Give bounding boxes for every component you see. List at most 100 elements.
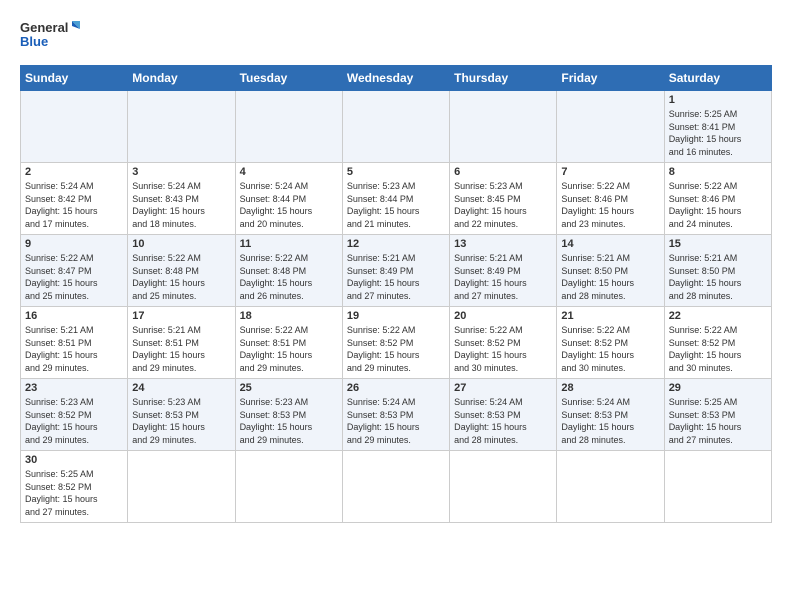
- day-info: Sunrise: 5:24 AM Sunset: 8:53 PM Dayligh…: [347, 396, 445, 446]
- day-number: 14: [561, 238, 659, 250]
- calendar-cell: [450, 451, 557, 523]
- day-info: Sunrise: 5:21 AM Sunset: 8:49 PM Dayligh…: [347, 252, 445, 302]
- day-info: Sunrise: 5:24 AM Sunset: 8:53 PM Dayligh…: [561, 396, 659, 446]
- day-number: 24: [132, 382, 230, 394]
- calendar-cell: 14 Sunrise: 5:21 AM Sunset: 8:50 PM Dayli…: [557, 235, 664, 307]
- calendar-cell: [235, 451, 342, 523]
- day-info: Sunrise: 5:23 AM Sunset: 8:52 PM Dayligh…: [25, 396, 123, 446]
- day-number: 30: [25, 454, 123, 466]
- logo: General Blue: [20, 16, 80, 61]
- day-number: 28: [561, 382, 659, 394]
- calendar-cell: [342, 91, 449, 163]
- day-number: 4: [240, 166, 338, 178]
- day-info: Sunrise: 5:23 AM Sunset: 8:44 PM Dayligh…: [347, 180, 445, 230]
- weekday-header-tuesday: Tuesday: [235, 66, 342, 91]
- calendar-cell: [128, 91, 235, 163]
- day-number: 9: [25, 238, 123, 250]
- calendar-cell: 29 Sunrise: 5:25 AM Sunset: 8:53 PM Dayli…: [664, 379, 771, 451]
- calendar-cell: 11 Sunrise: 5:22 AM Sunset: 8:48 PM Dayli…: [235, 235, 342, 307]
- calendar-cell: 2Sunrise: 5:24 AM Sunset: 8:42 PM Daylig…: [21, 163, 128, 235]
- calendar-table: SundayMondayTuesdayWednesdayThursdayFrid…: [20, 65, 772, 523]
- day-number: 20: [454, 310, 552, 322]
- calendar-cell: 1 Sunrise: 5:25 AM Sunset: 8:41 PM Daylig…: [664, 91, 771, 163]
- day-info: Sunrise: 5:22 AM Sunset: 8:48 PM Dayligh…: [240, 252, 338, 302]
- calendar-cell: 18 Sunrise: 5:22 AM Sunset: 8:51 PM Dayli…: [235, 307, 342, 379]
- day-info: Sunrise: 5:22 AM Sunset: 8:52 PM Dayligh…: [669, 324, 767, 374]
- day-number: 3: [132, 166, 230, 178]
- day-number: 7: [561, 166, 659, 178]
- calendar-cell: 22 Sunrise: 5:22 AM Sunset: 8:52 PM Dayli…: [664, 307, 771, 379]
- calendar-cell: 15Sunrise: 5:21 AM Sunset: 8:50 PM Dayli…: [664, 235, 771, 307]
- day-info: Sunrise: 5:22 AM Sunset: 8:52 PM Dayligh…: [561, 324, 659, 374]
- svg-text:Blue: Blue: [20, 34, 48, 49]
- calendar-cell: 21 Sunrise: 5:22 AM Sunset: 8:52 PM Dayli…: [557, 307, 664, 379]
- header-area: General Blue: [20, 16, 772, 61]
- calendar-cell: 30Sunrise: 5:25 AM Sunset: 8:52 PM Dayli…: [21, 451, 128, 523]
- weekday-header-friday: Friday: [557, 66, 664, 91]
- day-number: 21: [561, 310, 659, 322]
- day-number: 29: [669, 382, 767, 394]
- day-number: 26: [347, 382, 445, 394]
- day-number: 23: [25, 382, 123, 394]
- day-info: Sunrise: 5:23 AM Sunset: 8:53 PM Dayligh…: [240, 396, 338, 446]
- day-info: Sunrise: 5:21 AM Sunset: 8:51 PM Dayligh…: [132, 324, 230, 374]
- day-number: 12: [347, 238, 445, 250]
- day-info: Sunrise: 5:21 AM Sunset: 8:50 PM Dayligh…: [561, 252, 659, 302]
- day-info: Sunrise: 5:22 AM Sunset: 8:47 PM Dayligh…: [25, 252, 123, 302]
- day-number: 11: [240, 238, 338, 250]
- day-number: 1: [669, 94, 767, 106]
- calendar-cell: 17Sunrise: 5:21 AM Sunset: 8:51 PM Dayli…: [128, 307, 235, 379]
- calendar-cell: 16 Sunrise: 5:21 AM Sunset: 8:51 PM Dayli…: [21, 307, 128, 379]
- calendar-cell: [450, 91, 557, 163]
- calendar-cell: 27Sunrise: 5:24 AM Sunset: 8:53 PM Dayli…: [450, 379, 557, 451]
- calendar-cell: 28 Sunrise: 5:24 AM Sunset: 8:53 PM Dayli…: [557, 379, 664, 451]
- day-number: 13: [454, 238, 552, 250]
- day-info: Sunrise: 5:21 AM Sunset: 8:51 PM Dayligh…: [25, 324, 123, 374]
- calendar-week-row: 23 Sunrise: 5:23 AM Sunset: 8:52 PM Dayli…: [21, 379, 772, 451]
- day-info: Sunrise: 5:22 AM Sunset: 8:52 PM Dayligh…: [454, 324, 552, 374]
- day-info: Sunrise: 5:23 AM Sunset: 8:45 PM Dayligh…: [454, 180, 552, 230]
- day-number: 19: [347, 310, 445, 322]
- calendar-cell: 4Sunrise: 5:24 AM Sunset: 8:44 PM Daylig…: [235, 163, 342, 235]
- day-info: Sunrise: 5:25 AM Sunset: 8:41 PM Dayligh…: [669, 108, 767, 158]
- calendar-cell: [21, 91, 128, 163]
- calendar-cell: 13 Sunrise: 5:21 AM Sunset: 8:49 PM Dayli…: [450, 235, 557, 307]
- day-number: 8: [669, 166, 767, 178]
- weekday-header-monday: Monday: [128, 66, 235, 91]
- day-info: Sunrise: 5:24 AM Sunset: 8:43 PM Dayligh…: [132, 180, 230, 230]
- day-number: 6: [454, 166, 552, 178]
- calendar-cell: [557, 451, 664, 523]
- day-info: Sunrise: 5:22 AM Sunset: 8:52 PM Dayligh…: [347, 324, 445, 374]
- weekday-header-wednesday: Wednesday: [342, 66, 449, 91]
- day-info: Sunrise: 5:23 AM Sunset: 8:53 PM Dayligh…: [132, 396, 230, 446]
- calendar-cell: 25Sunrise: 5:23 AM Sunset: 8:53 PM Dayli…: [235, 379, 342, 451]
- calendar-cell: 8Sunrise: 5:22 AM Sunset: 8:46 PM Daylig…: [664, 163, 771, 235]
- day-number: 18: [240, 310, 338, 322]
- weekday-header-sunday: Sunday: [21, 66, 128, 91]
- calendar-cell: 10Sunrise: 5:22 AM Sunset: 8:48 PM Dayli…: [128, 235, 235, 307]
- day-info: Sunrise: 5:21 AM Sunset: 8:49 PM Dayligh…: [454, 252, 552, 302]
- calendar-cell: 12 Sunrise: 5:21 AM Sunset: 8:49 PM Dayli…: [342, 235, 449, 307]
- day-number: 5: [347, 166, 445, 178]
- calendar-cell: [235, 91, 342, 163]
- day-number: 22: [669, 310, 767, 322]
- logo-svg: General Blue: [20, 16, 80, 61]
- calendar-cell: 9 Sunrise: 5:22 AM Sunset: 8:47 PM Daylig…: [21, 235, 128, 307]
- calendar-cell: [664, 451, 771, 523]
- calendar-cell: [557, 91, 664, 163]
- calendar-cell: 19 Sunrise: 5:22 AM Sunset: 8:52 PM Dayli…: [342, 307, 449, 379]
- day-info: Sunrise: 5:25 AM Sunset: 8:53 PM Dayligh…: [669, 396, 767, 446]
- calendar-cell: [342, 451, 449, 523]
- day-number: 16: [25, 310, 123, 322]
- weekday-header-thursday: Thursday: [450, 66, 557, 91]
- day-info: Sunrise: 5:22 AM Sunset: 8:51 PM Dayligh…: [240, 324, 338, 374]
- weekday-header-row: SundayMondayTuesdayWednesdayThursdayFrid…: [21, 66, 772, 91]
- day-info: Sunrise: 5:22 AM Sunset: 8:46 PM Dayligh…: [561, 180, 659, 230]
- day-number: 2: [25, 166, 123, 178]
- svg-text:General: General: [20, 20, 68, 35]
- calendar-cell: 20 Sunrise: 5:22 AM Sunset: 8:52 PM Dayli…: [450, 307, 557, 379]
- weekday-header-saturday: Saturday: [664, 66, 771, 91]
- calendar-cell: 6 Sunrise: 5:23 AM Sunset: 8:45 PM Daylig…: [450, 163, 557, 235]
- calendar-cell: 26 Sunrise: 5:24 AM Sunset: 8:53 PM Dayli…: [342, 379, 449, 451]
- calendar-cell: [128, 451, 235, 523]
